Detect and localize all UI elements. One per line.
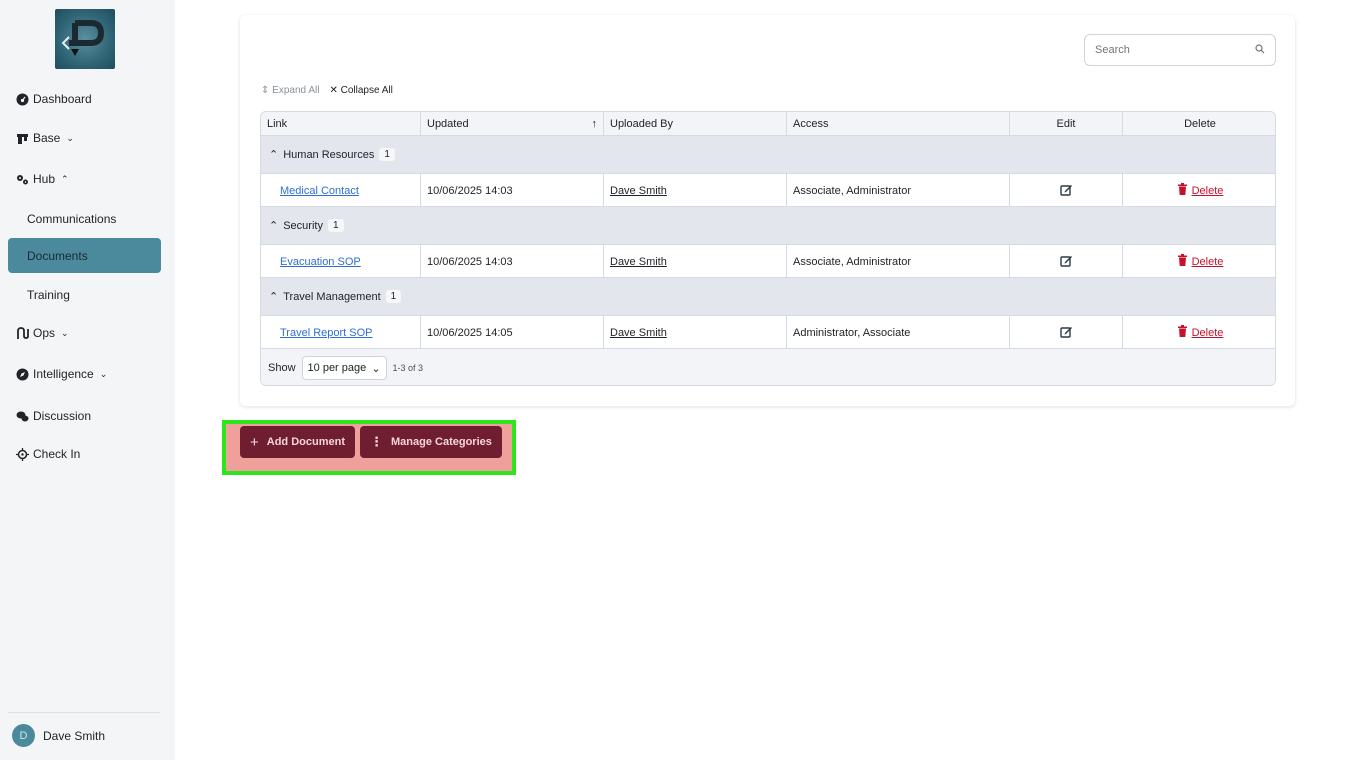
sidebar-item-label: Ops <box>33 326 56 340</box>
kebab-menu-icon: ⋮ <box>370 434 383 449</box>
document-link[interactable]: Medical Contact <box>267 185 359 197</box>
group-count-badge: 1 <box>327 219 344 232</box>
sidebar-item-label: Communications <box>27 212 117 226</box>
collapse-all-button[interactable]: ✕ Collapse All <box>329 85 392 96</box>
access-cell: Administrator, Associate <box>787 316 1010 349</box>
building-icon <box>16 132 29 145</box>
pagination-range: 1-3 of 3 <box>392 363 424 373</box>
trash-icon <box>1177 254 1188 269</box>
sidebar-item-label: Check In <box>33 447 81 461</box>
expand-collapse-controls: ⇕ Expand All ✕ Collapse All <box>261 85 393 96</box>
sidebar-item-dashboard[interactable]: Dashboard <box>16 92 92 106</box>
table-row: Evacuation SOP 10/06/2025 14:03 Dave Smi… <box>261 245 1275 278</box>
sidebar: Dashboard Base ⌄ Hub ⌃ Communications Do… <box>0 0 175 760</box>
uploader-link[interactable]: Dave Smith <box>610 185 667 197</box>
delete-button[interactable]: Delete <box>1177 254 1223 269</box>
chevron-up-icon: ⌃ <box>269 149 279 161</box>
documents-card: ⇕ Expand All ✕ Collapse All Link Updated… <box>240 15 1295 406</box>
column-header-delete: Delete <box>1184 118 1216 130</box>
show-label: Show <box>268 362 296 374</box>
app-logo[interactable] <box>55 9 115 69</box>
updated-cell: 10/06/2025 14:03 <box>421 174 604 207</box>
document-link[interactable]: Evacuation SOP <box>267 256 361 268</box>
group-header-travel-management[interactable]: ⌃ Travel Management 1 <box>261 278 1275 316</box>
per-page-select[interactable]: 10 per page ⌄ <box>301 356 387 380</box>
chevron-down-icon: ⌄ <box>99 368 108 379</box>
chevron-down-icon: ⌄ <box>371 362 381 375</box>
collapse-icon: ✕ <box>329 85 338 96</box>
sidebar-item-label: Base <box>33 131 61 145</box>
column-header-uploaded-by[interactable]: Uploaded By <box>604 112 787 136</box>
delete-button[interactable]: Delete <box>1177 183 1223 198</box>
updated-cell: 10/06/2025 14:03 <box>421 245 604 278</box>
chevron-up-icon: ⌃ <box>61 173 69 184</box>
gears-icon <box>16 173 29 186</box>
search-icon <box>1255 41 1265 59</box>
document-link[interactable]: Travel Report SOP <box>267 327 373 339</box>
trash-icon <box>1177 325 1188 340</box>
add-document-button[interactable]: + Add Document <box>240 426 355 458</box>
updated-cell: 10/06/2025 14:05 <box>421 316 604 349</box>
sidebar-item-label: Hub <box>33 172 56 186</box>
sidebar-item-label: Intelligence <box>33 367 94 381</box>
group-count-badge: 1 <box>379 148 395 161</box>
access-cell: Associate, Administrator <box>787 174 1010 207</box>
chevron-up-icon: ⌃ <box>269 220 279 232</box>
chevron-down-icon: ⌄ <box>61 327 69 338</box>
edit-icon[interactable] <box>1059 254 1073 270</box>
delete-button[interactable]: Delete <box>1177 325 1223 340</box>
edit-icon[interactable] <box>1059 325 1073 341</box>
ops-icon <box>16 326 29 340</box>
table-header: Link Updated ↑ Uploaded By Access Edit D… <box>261 112 1275 136</box>
group-header-human-resources[interactable]: ⌃ Human Resources 1 <box>261 136 1275 174</box>
sidebar-divider <box>8 712 160 713</box>
dashboard-icon <box>16 93 29 106</box>
sort-ascending-icon: ↑ <box>591 118 598 130</box>
table-row: Travel Report SOP 10/06/2025 14:05 Dave … <box>261 316 1275 349</box>
column-header-edit: Edit <box>1010 112 1123 136</box>
sidebar-item-hub[interactable]: Hub ⌃ <box>16 172 69 186</box>
table-footer: Show 10 per page ⌄ 1-3 of 3 <box>261 349 1275 385</box>
sidebar-item-check-in[interactable]: Check In <box>16 447 80 461</box>
avatar: D <box>12 724 35 747</box>
chevron-down-icon: ⌄ <box>66 132 74 143</box>
compass-icon <box>16 368 29 381</box>
column-header-access[interactable]: Access <box>787 112 1010 136</box>
table-row: Medical Contact 10/06/2025 14:03 Dave Sm… <box>261 174 1275 207</box>
sidebar-item-ops[interactable]: Ops ⌄ <box>16 326 69 340</box>
sidebar-item-label: Documents <box>27 249 88 263</box>
sidebar-item-training[interactable]: Training <box>27 288 70 302</box>
sidebar-item-label: Discussion <box>33 409 92 423</box>
expand-all-button[interactable]: ⇕ Expand All <box>261 85 319 96</box>
expand-icon: ⇕ <box>261 85 270 96</box>
sidebar-item-communications[interactable]: Communications <box>27 212 116 226</box>
sidebar-item-intelligence[interactable]: Intelligence ⌄ <box>16 367 107 381</box>
sidebar-item-label: Dashboard <box>33 92 92 106</box>
edit-icon[interactable] <box>1059 183 1073 199</box>
column-header-updated[interactable]: Updated ↑ <box>421 112 604 136</box>
search-box[interactable] <box>1084 34 1276 66</box>
group-header-security[interactable]: ⌃ Security 1 <box>261 207 1275 245</box>
sidebar-item-label: Training <box>27 288 70 302</box>
group-count-badge: 1 <box>385 290 402 303</box>
column-header-link[interactable]: Link <box>261 112 421 136</box>
user-name: Dave Smith <box>43 728 106 743</box>
plus-icon: + <box>250 433 259 451</box>
uploader-link[interactable]: Dave Smith <box>610 327 667 339</box>
user-profile[interactable]: D Dave Smith <box>12 724 105 747</box>
chat-icon <box>16 410 29 423</box>
search-input[interactable] <box>1095 44 1245 56</box>
sidebar-item-base[interactable]: Base ⌄ <box>16 131 74 145</box>
uploader-link[interactable]: Dave Smith <box>610 256 667 268</box>
chevron-up-icon: ⌃ <box>269 291 279 303</box>
crosshair-icon <box>16 447 29 461</box>
manage-categories-button[interactable]: ⋮ Manage Categories <box>360 426 502 458</box>
access-cell: Associate, Administrator <box>787 245 1010 278</box>
trash-icon <box>1177 183 1188 198</box>
documents-table: Link Updated ↑ Uploaded By Access Edit D… <box>260 111 1276 386</box>
sidebar-item-discussion[interactable]: Discussion <box>16 409 91 423</box>
sidebar-item-documents[interactable]: Documents <box>8 238 161 273</box>
